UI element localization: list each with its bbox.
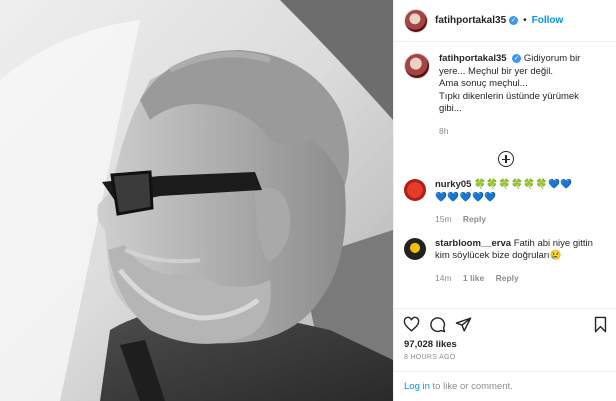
author-avatar[interactable] — [404, 8, 428, 33]
caption-time[interactable]: 8h — [439, 126, 448, 136]
posted-timestamp[interactable]: 8 HOURS AGO — [394, 350, 616, 361]
instagram-post-view: fatihportakal35 ✓ • Follow fatihportakal… — [0, 0, 616, 401]
comment-body: starbloom__erva Fatih abi niye gittin ki… — [435, 238, 607, 285]
reply-button[interactable]: Reply — [496, 273, 519, 283]
comment-avatar[interactable] — [404, 237, 426, 260]
comment-meta: 15m Reply — [435, 213, 607, 226]
login-prompt-text: to like or comment. — [429, 381, 513, 392]
comment-time[interactable]: 15m — [435, 214, 452, 224]
load-more-comments — [394, 151, 616, 167]
caption-meta: 8h — [439, 125, 607, 138]
heart-icon[interactable] — [402, 316, 420, 334]
caption-body: fatihportakal35 ✓ Gidiyorum bir yere... … — [439, 53, 607, 137]
comment-username[interactable]: nurky05 — [435, 179, 471, 190]
add-comment-icon[interactable] — [497, 151, 514, 167]
comment-text: 💙💙💙💙💙 — [435, 191, 497, 203]
caption-line: Tıpkı dikenlerin üstünde yürümek — [439, 90, 579, 102]
caption-author-username[interactable]: fatihportakal35 — [439, 53, 507, 64]
comment-item: starbloom__erva Fatih abi niye gittin ki… — [394, 226, 616, 285]
caption-line: Ama sonuç meçhul... — [439, 78, 528, 89]
comment-text: Fatih abi niye gittin — [513, 237, 593, 249]
login-link[interactable]: Log in — [404, 381, 430, 392]
caption-line: Gidiyorum bir — [523, 53, 581, 64]
comment-body: nurky05 🍀🍀🍀🍀🍀🍀💙💙 💙💙💙💙💙 15m Reply — [435, 179, 607, 226]
comment-text: 🍀🍀🍀🍀🍀🍀💙💙 — [474, 179, 573, 190]
author-username[interactable]: fatihportakal35 — [435, 15, 506, 26]
post-header: fatihportakal35 ✓ • Follow — [394, 0, 616, 42]
comment-text: kim söylücek bize doğruları😢 — [435, 250, 562, 261]
header-separator: • — [523, 15, 527, 26]
comments-section[interactable]: fatihportakal35 ✓ Gidiyorum bir yere... … — [394, 43, 616, 308]
caption-line: gibi... — [439, 103, 462, 114]
comment-username[interactable]: starbloom__erva — [435, 238, 511, 249]
caption: fatihportakal35 ✓ Gidiyorum bir yere... … — [394, 43, 616, 137]
likes-count[interactable]: 97,028 likes — [394, 335, 616, 350]
comment-item: nurky05 🍀🍀🍀🍀🍀🍀💙💙 💙💙💙💙💙 15m Reply — [394, 179, 616, 226]
caption-author-avatar[interactable] — [404, 53, 430, 79]
verified-badge-icon: ✓ — [509, 16, 519, 25]
reply-button[interactable]: Reply — [463, 214, 486, 224]
comment-time[interactable]: 14m — [435, 273, 452, 283]
post-photo-illustration — [0, 0, 393, 401]
caption-line: yere... Meçhul bir yer değil. — [439, 65, 554, 77]
follow-button[interactable]: Follow — [532, 15, 564, 26]
comment-avatar[interactable] — [404, 179, 426, 201]
post-side-panel: fatihportakal35 ✓ • Follow fatihportakal… — [393, 0, 616, 401]
action-icons — [394, 309, 616, 335]
login-prompt: Log in to like or comment. — [394, 371, 616, 401]
comment-icon[interactable] — [428, 316, 446, 334]
post-photo[interactable] — [0, 0, 393, 401]
comment-meta: 14m 1 like Reply — [435, 272, 607, 285]
share-icon[interactable] — [454, 316, 472, 334]
verified-badge-icon: ✓ — [512, 53, 522, 63]
bookmark-icon[interactable] — [591, 316, 609, 334]
comment-likes[interactable]: 1 like — [463, 273, 484, 283]
